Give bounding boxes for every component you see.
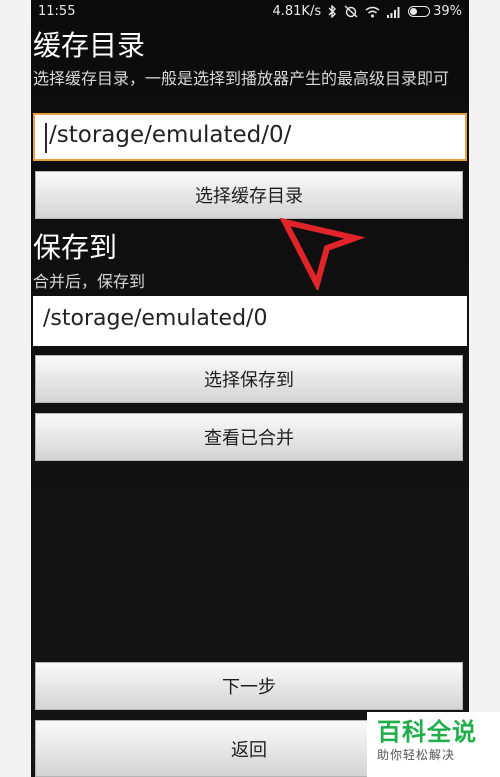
cache-path-value: /storage/emulated/0/ (49, 122, 292, 148)
save-path-input[interactable]: /storage/emulated/0 (33, 296, 467, 346)
bluetooth-icon (328, 5, 337, 18)
choose-save-dir-button[interactable]: 选择保存到 (35, 355, 463, 403)
watermark-logo: 百科全说 助你轻松解决 (367, 712, 500, 777)
cache-path-input[interactable]: /storage/emulated/0/ (33, 113, 467, 161)
status-bar: 11:55 4.81K/s 39% (31, 0, 469, 24)
signal-icon (387, 6, 401, 18)
choose-cache-dir-button[interactable]: 选择缓存目录 (35, 171, 463, 219)
battery-indicator: 39% (408, 4, 462, 19)
status-time: 11:55 (38, 4, 76, 19)
save-section-title: 保存到 (33, 231, 118, 264)
cache-section-title: 缓存目录 (33, 29, 146, 62)
next-step-button[interactable]: 下一步 (35, 662, 463, 710)
save-section-description: 合并后，保存到 (33, 272, 146, 291)
watermark-subtitle: 助你轻松解决 (377, 748, 456, 762)
annotation-arrow-icon (279, 217, 365, 290)
battery-percent: 39% (433, 4, 462, 19)
alarm-off-icon (344, 5, 358, 18)
network-speed: 4.81K/s (272, 4, 322, 19)
watermark-title: 百科全说 (377, 718, 477, 746)
view-merged-button[interactable]: 查看已合并 (35, 413, 463, 461)
status-icons: 4.81K/s 39% (272, 4, 462, 19)
battery-icon (408, 6, 431, 17)
text-caret (45, 123, 47, 153)
battery-fill (410, 8, 418, 15)
save-path-value: /storage/emulated/0 (43, 306, 268, 331)
cache-section-description: 选择缓存目录，一般是选择到播放器产生的最高级目录即可 (33, 69, 450, 88)
wifi-icon (365, 6, 380, 18)
app-screen: 11:55 4.81K/s 39% 缓存目录 选择缓存目录，一般是选择到播放器产… (31, 0, 469, 777)
